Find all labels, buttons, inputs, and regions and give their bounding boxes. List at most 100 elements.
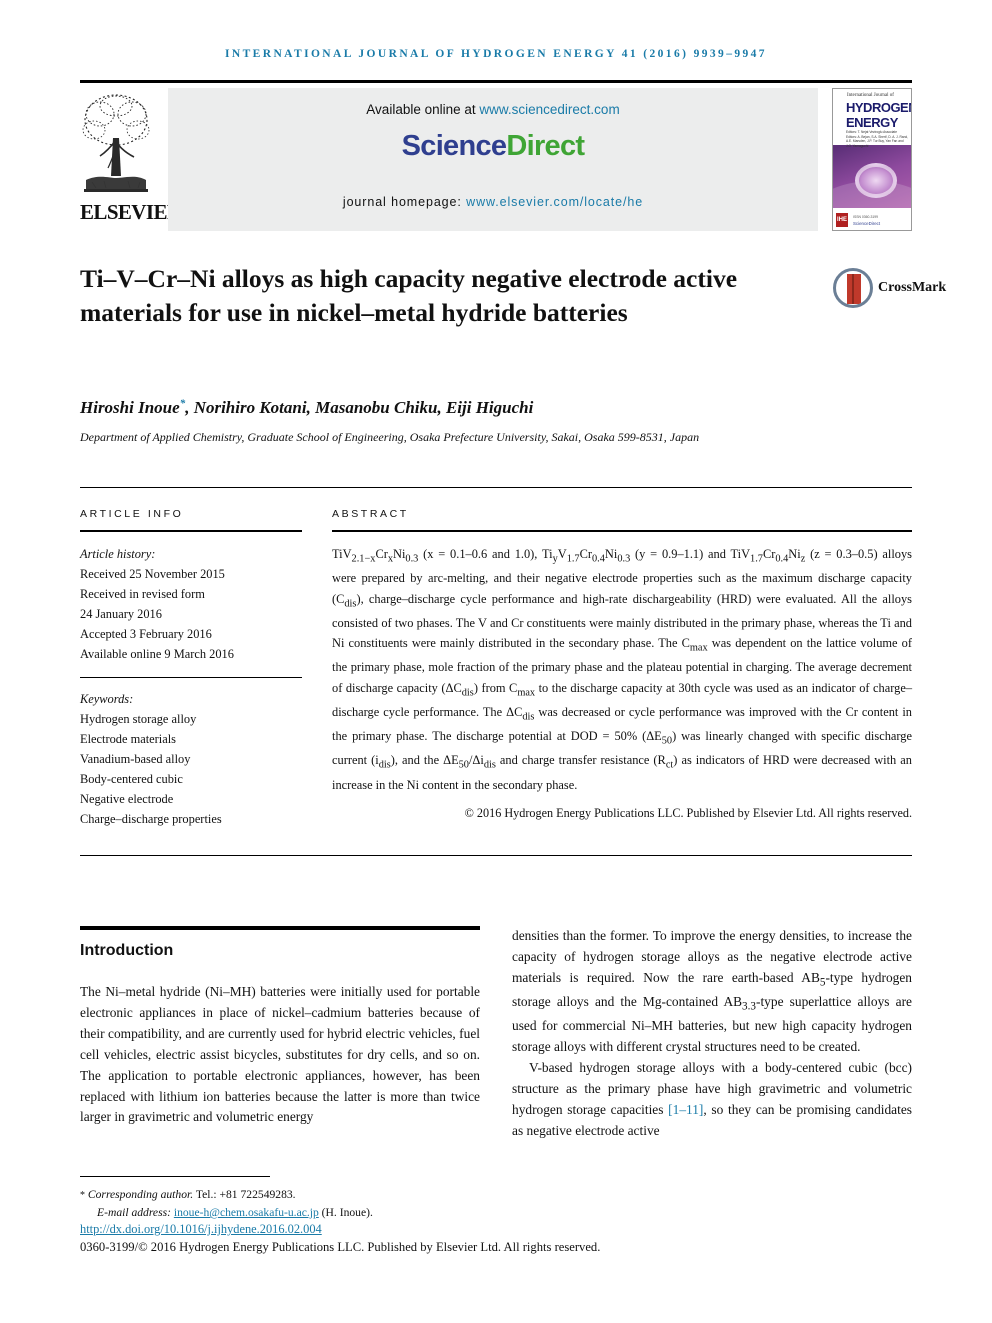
cover-editors: Editors: T. Nejat Veziroglu Associate Ed… [846, 130, 909, 148]
keyword-item: Hydrogen storage alloy [80, 711, 197, 726]
ihe-badge-icon: IHE [836, 213, 848, 227]
journal-homepage-line: journal homepage: www.elsevier.com/locat… [168, 195, 818, 209]
crossmark-book-icon [847, 274, 861, 304]
available-online-label: Available online at [366, 102, 480, 117]
divider-above-info [80, 487, 912, 488]
formula-subscript: 0.3 [617, 553, 631, 565]
corresponding-tel: Tel.: +81 722549283. [193, 1188, 296, 1201]
article-info-rule [80, 530, 302, 532]
journal-cover-thumbnail[interactable]: International Journal of HYDROGEN ENERGY… [832, 88, 912, 231]
formula-subscript: dis [522, 711, 535, 723]
formula-subscript: ct [665, 759, 674, 771]
cover-title-line1: HYDROGEN [846, 100, 912, 115]
formula-subscript: 50 [458, 759, 469, 771]
running-head: International Journal of Hydrogen Energy… [225, 48, 767, 60]
abstract-copyright: © 2016 Hydrogen Energy Publications LLC.… [464, 805, 912, 820]
intro-paragraph-right-1: densities than the former. To improve th… [512, 928, 912, 1054]
keywords-rule [80, 676, 302, 678]
abstract-text: TiV2.1−xCrxNi0.3 (x = 0.1–0.6 and 1.0), … [332, 547, 913, 792]
cover-ring-decoration [855, 163, 897, 198]
crossmark-badge[interactable]: CrossMark [833, 268, 946, 314]
abstract-heading: Abstract [332, 508, 409, 520]
issn-copyright-line: 0360-3199/© 2016 Hydrogen Energy Publica… [80, 1240, 601, 1254]
section-heading-introduction: Introduction [80, 942, 174, 959]
body-column-left: Introduction The Ni–metal hydride (Ni–MH… [80, 926, 480, 1128]
cover-footer: IHE ISSN 0360-3199 ScienceDirect [833, 208, 911, 230]
formula-subscript: max [517, 687, 536, 699]
crossmark-label: CrossMark [878, 280, 947, 295]
formula-subscript: dis [378, 759, 391, 771]
keyword-item: Charge–discharge properties [80, 812, 222, 827]
reference-link[interactable]: [1–11] [668, 1102, 703, 1117]
body-column-right: densities than the former. To improve th… [512, 926, 912, 1141]
authors-text: Hiroshi Inoue*, Norihiro Kotani, Masanob… [80, 397, 534, 417]
formula-subscript: 1.7 [566, 553, 580, 565]
formula-subscript: 0.4 [592, 553, 605, 565]
formula-subscript: z [800, 553, 806, 565]
formula-subscript: 0.3 [405, 553, 419, 565]
email-link[interactable]: inoue-h@chem.osakafu-u.ac.jp [174, 1206, 319, 1219]
article-history-item: Received 25 November 2015 [80, 567, 225, 582]
keywords-label: Keywords: [80, 691, 134, 706]
email-note: E-mail address: inoue-h@chem.osakafu-u.a… [80, 1204, 700, 1222]
article-history-items: Received 25 November 2015 Received in rev… [80, 564, 302, 664]
top-rule [80, 80, 912, 83]
page-title: Ti–V–Cr–Ni alloys as high capacity negat… [80, 264, 738, 327]
formula-subscript: 5 [819, 976, 826, 989]
elsevier-logo: ELSEVIER [80, 88, 182, 231]
footnote-rule [80, 1176, 270, 1177]
email-label: E-mail address: [97, 1205, 174, 1219]
sciencedirect-url-link[interactable]: www.sciencedirect.com [479, 102, 619, 117]
formula-subscript: dis [344, 597, 357, 609]
cover-kicker: International Journal of [847, 93, 894, 98]
abstract-column: Abstract TiV2.1−xCrxNi0.3 (x = 0.1–0.6 a… [332, 508, 912, 821]
crossmark-icon [833, 268, 873, 308]
formula-subscript: dis [483, 759, 496, 771]
available-online-line: Available online at www.sciencedirect.co… [168, 102, 818, 117]
formula-subscript: 2.1−x [351, 553, 376, 565]
journal-banner: ELSEVIER Available online at www.science… [80, 88, 912, 231]
elsevier-wordmark: ELSEVIER [80, 200, 182, 224]
article-info-heading: Article info [80, 508, 184, 520]
article-history-item: Available online 9 March 2016 [80, 647, 234, 662]
footnote-block: * Corresponding author. Tel.: +81 722549… [80, 1186, 700, 1222]
author-list: Hiroshi Inoue*, Norihiro Kotani, Masanob… [80, 397, 840, 418]
article-page: International Journal of Hydrogen Energy… [0, 0, 992, 1323]
article-history-item: Received in revised form [80, 587, 205, 602]
keyword-item: Body-centered cubic [80, 771, 183, 786]
formula-subscript: dis [461, 687, 474, 699]
formula-subscript: y [552, 553, 558, 565]
intro-paragraph-right-2: V-based hydrogen storage alloys with a b… [512, 1059, 912, 1138]
article-history: Article history: Received 25 November 20… [80, 544, 302, 665]
journal-homepage-link[interactable]: www.elsevier.com/locate/he [466, 195, 643, 209]
sciencedirect-box: Available online at www.sciencedirect.co… [168, 88, 818, 231]
sciencedirect-logo-part2: Direct [506, 130, 585, 162]
journal-homepage-label: journal homepage: [342, 195, 467, 209]
corresponding-label: Corresponding author. [87, 1188, 194, 1201]
article-history-label: Article history: [80, 547, 156, 561]
article-history-item: Accepted 3 February 2016 [80, 627, 212, 642]
formula-subscript: 3.3 [742, 1000, 756, 1013]
doi-link[interactable]: http://dx.doi.org/10.1016/j.ijhydene.201… [80, 1222, 322, 1237]
divider-below-abstract [80, 855, 912, 856]
formula-subscript: 0.4 [775, 553, 789, 565]
intro-paragraph-left: The Ni–metal hydride (Ni–MH) batteries w… [80, 984, 480, 1125]
formula-subscript: 50 [661, 735, 673, 747]
formula-subscript: max [689, 642, 708, 654]
keyword-item: Negative electrode [80, 792, 174, 807]
keywords-items: Hydrogen storage alloy Electrode material… [80, 709, 302, 830]
cover-title-line2: ENERGY [846, 115, 898, 130]
affiliation: Department of Applied Chemistry, Graduat… [80, 430, 700, 444]
intro-heavy-rule [80, 926, 480, 930]
article-info-column: Article info Article history: Received 2… [80, 508, 302, 829]
keyword-item: Vanadium-based alloy [80, 751, 191, 766]
formula-subscript: x [387, 553, 393, 565]
corresponding-author-note: * Corresponding author. Tel.: +81 722549… [80, 1186, 700, 1204]
cover-masthead: International Journal of HYDROGEN ENERGY… [833, 89, 912, 148]
formula-subscript: 1.7 [750, 553, 763, 565]
article-history-item: 24 January 2016 [80, 607, 162, 622]
elsevier-tree-icon [82, 94, 150, 192]
corresponding-star: * [80, 1190, 85, 1201]
sciencedirect-logo[interactable]: ScienceDirect [168, 130, 818, 163]
cover-sciencedirect-mark: ScienceDirect [853, 221, 881, 226]
